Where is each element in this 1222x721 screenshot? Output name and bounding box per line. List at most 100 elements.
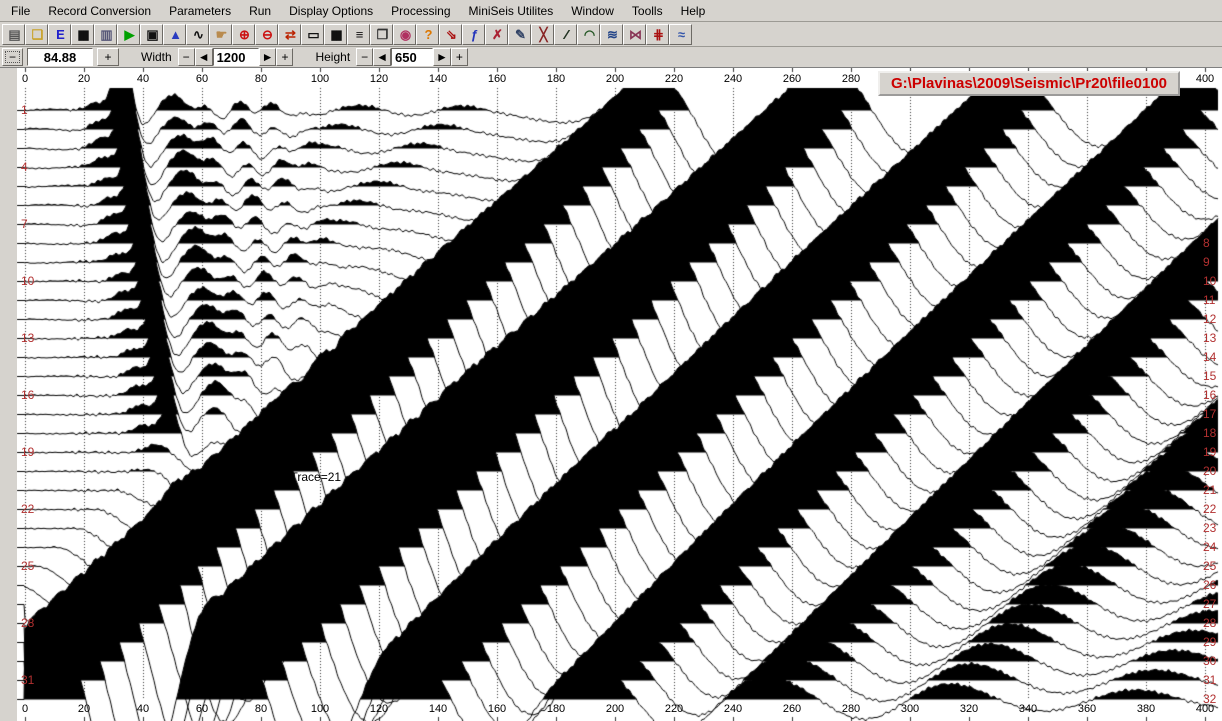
note-edit-button[interactable]: ✎ [508,24,531,45]
width-plus-button[interactable]: + [276,48,293,66]
script-button[interactable]: ƒ [462,24,485,45]
pick-traces-button[interactable]: ⋕ [646,24,669,45]
open-folder-icon: ❏ [32,28,42,41]
height-minus-button[interactable]: − [356,48,373,66]
curves-cross-button[interactable]: ✗ [485,24,508,45]
va-bars-button[interactable]: ▮▮ [324,24,347,45]
curves-join-button[interactable]: ⋈ [623,24,646,45]
trace-number-right: 17 [1203,407,1216,421]
velocity-curve-button[interactable]: ◠ [577,24,600,45]
time-axis-bottom-label: 260 [783,703,801,715]
trace-number-left: 1 [21,103,28,117]
open-folder-button[interactable]: ❏ [25,24,48,45]
width-step-forward-button[interactable]: ► [259,48,277,66]
help-button[interactable]: ? [416,24,439,45]
overlap-squares-icon: ❐ [377,28,387,41]
time-axis-top-label: 20 [78,73,90,85]
trace-number-right: 26 [1203,578,1216,592]
pan-hand-button[interactable]: ☛ [209,24,232,45]
crossing-lines-button[interactable]: ╳ [531,24,554,45]
gain-plus-button[interactable]: + [97,48,119,66]
wavy-curves-button[interactable]: ≈ [669,24,692,45]
wiggle-trace-icon: ∿ [193,28,202,41]
time-axis-top-label: 120 [370,73,388,85]
time-axis-top-label: 160 [488,73,506,85]
overlap-squares-button[interactable]: ❐ [370,24,393,45]
va-bars-icon: ▮▮ [330,28,340,41]
height-plus-button[interactable]: + [451,48,468,66]
trace-number-right: 11 [1203,293,1215,307]
stop-button[interactable]: ▣ [140,24,163,45]
time-axis-top-label: 220 [665,73,683,85]
time-axis-bottom-label: 40 [137,703,149,715]
convert-shapes-button[interactable]: ⇘ [439,24,462,45]
width-step-back-button[interactable]: ◄ [195,48,213,66]
play-button[interactable]: ▶ [117,24,140,45]
time-axis-top-label: 260 [783,73,801,85]
diagonal-lines-button[interactable]: ∕∕∕ [554,24,577,45]
trace-number-right: 29 [1203,635,1216,649]
gain-minus-button[interactable]: − [2,48,23,66]
time-axis-top-label: 180 [547,73,565,85]
time-axis-top-label: 240 [724,73,742,85]
time-axis-bottom-label: 60 [196,703,208,715]
height-step-back-button[interactable]: ◄ [373,48,391,66]
time-axis-bottom-label: 380 [1137,703,1155,715]
zoom-out-button[interactable]: ⊖ [255,24,278,45]
trace-number-right: 31 [1203,673,1216,687]
save-record-icon: ▥ [100,28,110,41]
menu-item-parameters[interactable]: Parameters [160,1,240,21]
globe-chart-button[interactable]: ◉ [393,24,416,45]
wiggle-trace-button[interactable]: ∿ [186,24,209,45]
menu-item-help[interactable]: Help [672,1,715,21]
curves-cross-icon: ✗ [492,28,501,41]
stop-icon: ▣ [146,28,156,41]
time-axis-top-label: 80 [255,73,267,85]
swap-arrows-icon: ⇄ [285,28,294,41]
trace-number-left: 31 [21,673,34,687]
multi-curves-button[interactable]: ≋ [600,24,623,45]
menu-item-display-options[interactable]: Display Options [280,1,382,21]
swap-arrows-button[interactable]: ⇄ [278,24,301,45]
seismic-section-canvas[interactable] [0,68,1222,721]
toolbar: ▤ ❏ E ▮▮ ▥ ▶ ▣ ▲ ∿ ☛⊕⊖ ⇄ ▭ ▮▮ ≡ ❐ ◉?⇘ƒ ✗ ✎╳∕∕∕◠≋⋈ ⋕ ≈ [0,22,1222,47]
time-axis-top-label: 140 [429,73,447,85]
time-axis-bottom-label: 340 [1019,703,1037,715]
amplitude-icon: ▲ [169,28,180,41]
edit-e-icon: E [56,28,63,41]
trace-number-right: 12 [1203,312,1216,326]
trace-number-right: 28 [1203,616,1216,630]
save-record-button[interactable]: ▥ [94,24,117,45]
menu-item-window[interactable]: Window [562,1,623,21]
height-field[interactable] [391,48,433,66]
width-field[interactable] [213,48,259,66]
trace-number-left: 25 [21,559,34,573]
menu-item-run[interactable]: Run [240,1,280,21]
menu-item-file[interactable]: File [2,1,39,21]
edit-e-button[interactable]: E [48,24,71,45]
new-record-button[interactable]: ▤ [2,24,25,45]
stack-bars-icon: ≡ [356,28,362,41]
amplitude-button[interactable]: ▲ [163,24,186,45]
time-axis-top-label: 60 [196,73,208,85]
menu-item-record-conversion[interactable]: Record Conversion [39,1,160,21]
pick-traces-icon: ⋕ [653,28,662,41]
zoom-in-button[interactable]: ⊕ [232,24,255,45]
trace-number-right: 32 [1203,692,1216,706]
stack-bars-button[interactable]: ≡ [347,24,370,45]
control-bar: − + Width − ◄ ► + Height − ◄ ► + [0,47,1222,68]
time-axis-top-label: 400 [1196,73,1214,85]
gain-field[interactable] [27,48,93,66]
trace-number-right: 25 [1203,559,1216,573]
time-axis-top-label: 0 [22,73,28,85]
trace-number-right: 15 [1203,369,1216,383]
pause-button[interactable]: ▮▮ [71,24,94,45]
width-minus-button[interactable]: − [178,48,195,66]
plot-left-margin [0,68,17,721]
menu-item-miniseis-utilites[interactable]: MiniSeis Utilites [460,1,563,21]
rectangle-button[interactable]: ▭ [301,24,324,45]
height-step-forward-button[interactable]: ► [433,48,451,66]
trace-number-right: 10 [1203,274,1216,288]
menu-item-toolls[interactable]: Toolls [623,1,672,21]
menu-item-processing[interactable]: Processing [382,1,459,21]
